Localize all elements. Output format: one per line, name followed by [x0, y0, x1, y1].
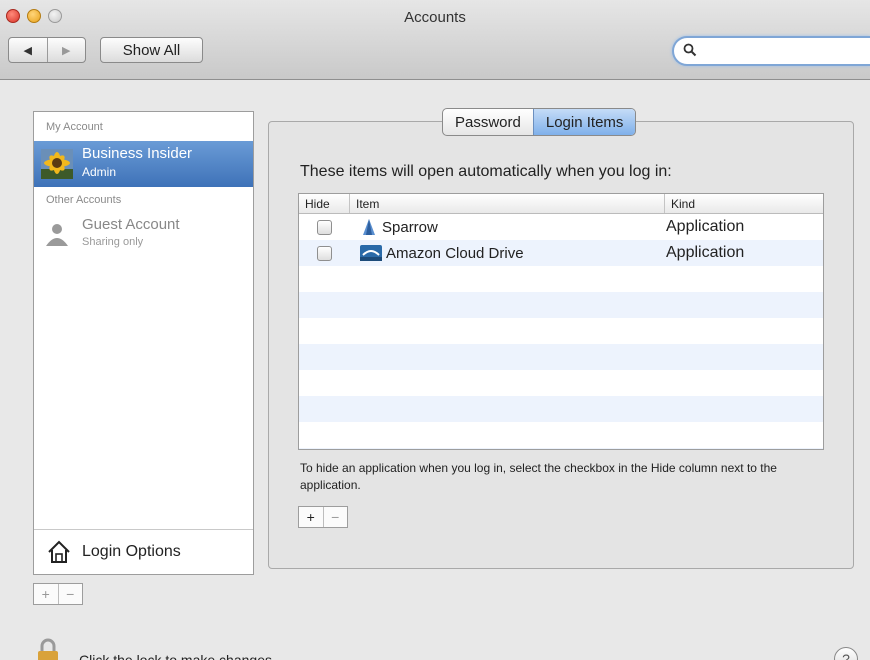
search-field[interactable]: [672, 36, 870, 66]
guest-user-icon: [41, 220, 73, 250]
table-row-empty: [299, 422, 823, 448]
table-header: Hide Item Kind: [299, 194, 823, 214]
login-item-add-remove-control: + −: [298, 506, 348, 528]
lock-message: Click the lock to make changes.: [79, 652, 276, 660]
my-account-header: My Account: [46, 121, 103, 133]
help-button[interactable]: ?: [834, 647, 858, 660]
hide-checkbox[interactable]: [316, 245, 332, 261]
accounts-sidebar: My Account Business Insider Admin Other …: [33, 111, 254, 575]
table-row[interactable]: Sparrow Application: [299, 214, 823, 240]
lock-icon[interactable]: [33, 637, 63, 660]
column-header-item[interactable]: Item: [349, 194, 664, 213]
add-login-item-button[interactable]: +: [299, 507, 323, 527]
account-item-guest[interactable]: Guest Account Sharing only: [34, 212, 253, 258]
tab-password[interactable]: Password: [443, 109, 533, 135]
account-add-remove-control: + −: [33, 583, 83, 605]
back-button[interactable]: ◀: [9, 38, 47, 62]
column-header-kind[interactable]: Kind: [664, 194, 823, 213]
table-body: Sparrow Application Amazon Cloud Drive A…: [299, 214, 823, 449]
item-name: Sparrow: [382, 218, 438, 236]
item-kind: Application: [666, 218, 745, 235]
table-row-empty: [299, 292, 823, 318]
window-title: Accounts: [404, 9, 466, 26]
tab-bar: Password Login Items: [442, 108, 637, 136]
login-options-item[interactable]: Login Options: [34, 529, 253, 574]
sunflower-avatar-icon: [41, 149, 73, 179]
item-kind: Application: [666, 244, 745, 261]
login-items-intro: These items will open automatically when…: [300, 163, 672, 180]
table-row-empty: [299, 318, 823, 344]
item-name: Amazon Cloud Drive: [386, 244, 524, 262]
search-icon: [683, 43, 697, 60]
account-role: Admin: [82, 165, 117, 179]
remove-login-item-button[interactable]: −: [322, 507, 348, 527]
house-icon: [46, 539, 72, 565]
table-row-empty: [299, 396, 823, 422]
search-input[interactable]: [700, 42, 860, 60]
remove-account-button[interactable]: −: [57, 584, 83, 604]
tab-login-items[interactable]: Login Items: [532, 109, 636, 135]
account-role: Sharing only: [82, 236, 144, 248]
table-row[interactable]: Amazon Cloud Drive Application: [299, 240, 823, 266]
add-account-button[interactable]: +: [34, 584, 58, 604]
forward-button[interactable]: ▶: [46, 38, 86, 62]
login-options-label: Login Options: [82, 543, 181, 560]
column-header-hide[interactable]: Hide: [299, 194, 349, 213]
back-arrow-icon: ◀: [23, 44, 32, 57]
show-all-button[interactable]: Show All: [100, 37, 203, 63]
back-forward-control: ◀ ▶: [8, 37, 86, 63]
hide-checkbox[interactable]: [316, 219, 332, 235]
hide-hint-text: To hide an application when you log in, …: [300, 461, 777, 492]
account-name: Business Insider: [82, 145, 193, 162]
amazon-cloud-drive-icon: [360, 245, 382, 261]
table-row-empty: [299, 344, 823, 370]
login-items-table: Hide Item Kind Sparrow Application Amazo…: [298, 193, 824, 450]
account-name: Guest Account: [82, 216, 180, 233]
title-bar: Accounts ◀ ▶ Show All: [0, 0, 870, 80]
sparrow-app-icon: [363, 219, 375, 235]
other-accounts-header: Other Accounts: [46, 194, 122, 206]
table-row-empty: [299, 370, 823, 396]
table-row-empty: [299, 448, 823, 449]
account-item-business-insider[interactable]: Business Insider Admin: [34, 141, 253, 187]
forward-arrow-icon: ▶: [62, 44, 71, 57]
table-row-empty: [299, 266, 823, 292]
